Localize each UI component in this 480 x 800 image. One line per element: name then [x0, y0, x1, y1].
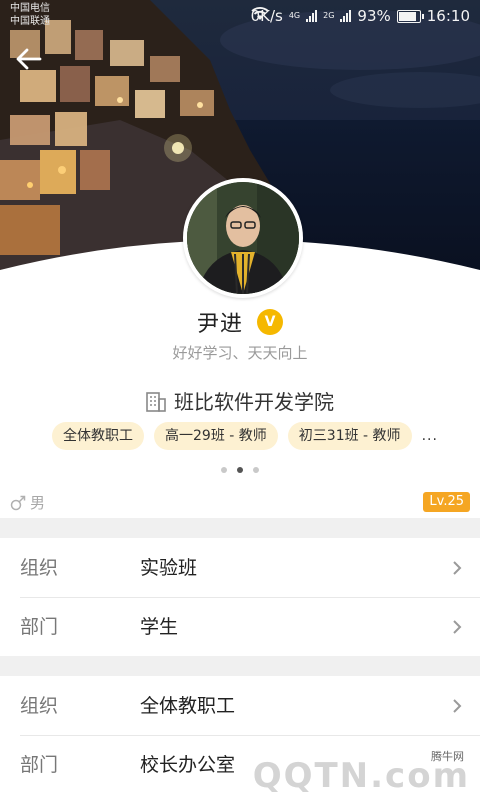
signal-1-icon [306, 10, 318, 22]
status-right: 0K/s 4G 2G 93% 16:10 [251, 7, 470, 25]
role-tag[interactable]: 全体教职工 [52, 422, 144, 450]
tags-more[interactable]: ... [422, 428, 438, 444]
section-gap [0, 656, 480, 676]
watermark: 腾牛网 QQTN.com [253, 740, 476, 800]
network-type-1: 4G [288, 11, 301, 20]
clock: 16:10 [426, 7, 470, 25]
watermark-logo: QQTN.com [252, 756, 470, 796]
page-dot[interactable] [221, 467, 227, 473]
row-key: 部门 [20, 754, 59, 776]
section-gap [0, 518, 480, 538]
info-row-organization[interactable]: 组织 实验班 [0, 539, 480, 597]
avatar-photo [187, 182, 299, 294]
avatar[interactable] [183, 178, 303, 298]
row-value: 校长办公室 [140, 754, 236, 776]
wifi-icon [250, 7, 269, 20]
gender-info: 男 [10, 492, 45, 513]
battery-percent: 93% [357, 7, 391, 25]
role-tag[interactable]: 高一29班 - 教师 [154, 422, 278, 450]
carrier-1: 中国电信 [10, 3, 50, 14]
network-type-2: 2G [323, 11, 335, 20]
battery-icon [396, 9, 424, 23]
school-name: 班比软件开发学院 [174, 390, 334, 414]
row-value: 学生 [140, 616, 179, 638]
info-row-department[interactable]: 部门 学生 [0, 598, 480, 656]
profile-motto: 好好学习、天天向上 [172, 344, 308, 362]
row-key: 部门 [20, 616, 59, 638]
school-row: 班比软件开发学院 [0, 386, 480, 415]
male-icon [10, 495, 26, 510]
role-tags: 全体教职工 高一29班 - 教师 初三31班 - 教师 ... [52, 422, 438, 450]
profile-name: 尹进 [196, 312, 243, 337]
signal-2-icon [340, 10, 352, 22]
row-value: 全体教职工 [140, 695, 236, 717]
verified-badge: V [257, 309, 283, 335]
chevron-right-icon [453, 620, 462, 634]
back-button[interactable] [16, 48, 52, 80]
row-key: 组织 [20, 557, 59, 579]
gender-label: 男 [30, 494, 46, 512]
page-dot[interactable] [253, 467, 259, 473]
info-row-organization[interactable]: 组织 全体教职工 [0, 677, 480, 735]
status-bar: 中国电信 中国联通 0K/s 4G 2G 93% 16:10 [0, 0, 480, 32]
row-value: 实验班 [140, 557, 198, 579]
building-icon [146, 391, 166, 412]
chevron-right-icon [453, 699, 462, 713]
row-key: 组织 [20, 695, 59, 717]
role-tag[interactable]: 初三31班 - 教师 [287, 422, 412, 450]
level-badge: Lv.25 [423, 492, 470, 512]
arrow-left-icon [16, 48, 42, 70]
chevron-right-icon [453, 561, 462, 575]
name-row: 尹进 V [0, 306, 480, 338]
battery-fill [398, 11, 416, 21]
page-dot-active[interactable] [237, 467, 243, 473]
carrier-2: 中国联通 [10, 16, 50, 27]
carrier-info: 中国电信 中国联通 [10, 2, 50, 28]
page-indicator [0, 467, 480, 473]
